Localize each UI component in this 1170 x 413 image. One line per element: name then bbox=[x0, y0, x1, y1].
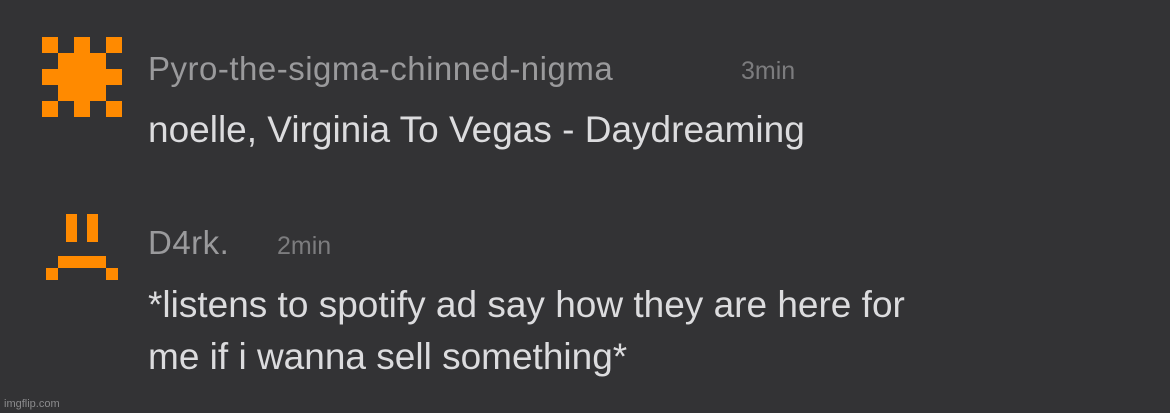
comment-timestamp: 2min bbox=[277, 232, 332, 260]
comment-text: noelle, Virginia To Vegas - Daydreaming bbox=[148, 109, 805, 150]
comment-username[interactable]: D4rk. bbox=[148, 224, 229, 262]
imgflip-watermark: imgflip.com bbox=[4, 398, 60, 410]
comment-text-line-1: *listens to spotify ad say how they are … bbox=[148, 284, 905, 325]
comment-timestamp: 3min bbox=[741, 57, 796, 85]
pixel-sun-avatar-icon[interactable] bbox=[42, 37, 122, 117]
pixel-sad-face-avatar-icon[interactable] bbox=[42, 214, 122, 294]
comment-text-line-2: me if i wanna sell something* bbox=[148, 336, 628, 377]
comment-username[interactable]: Pyro-the-sigma-chinned-nigma bbox=[148, 50, 613, 88]
